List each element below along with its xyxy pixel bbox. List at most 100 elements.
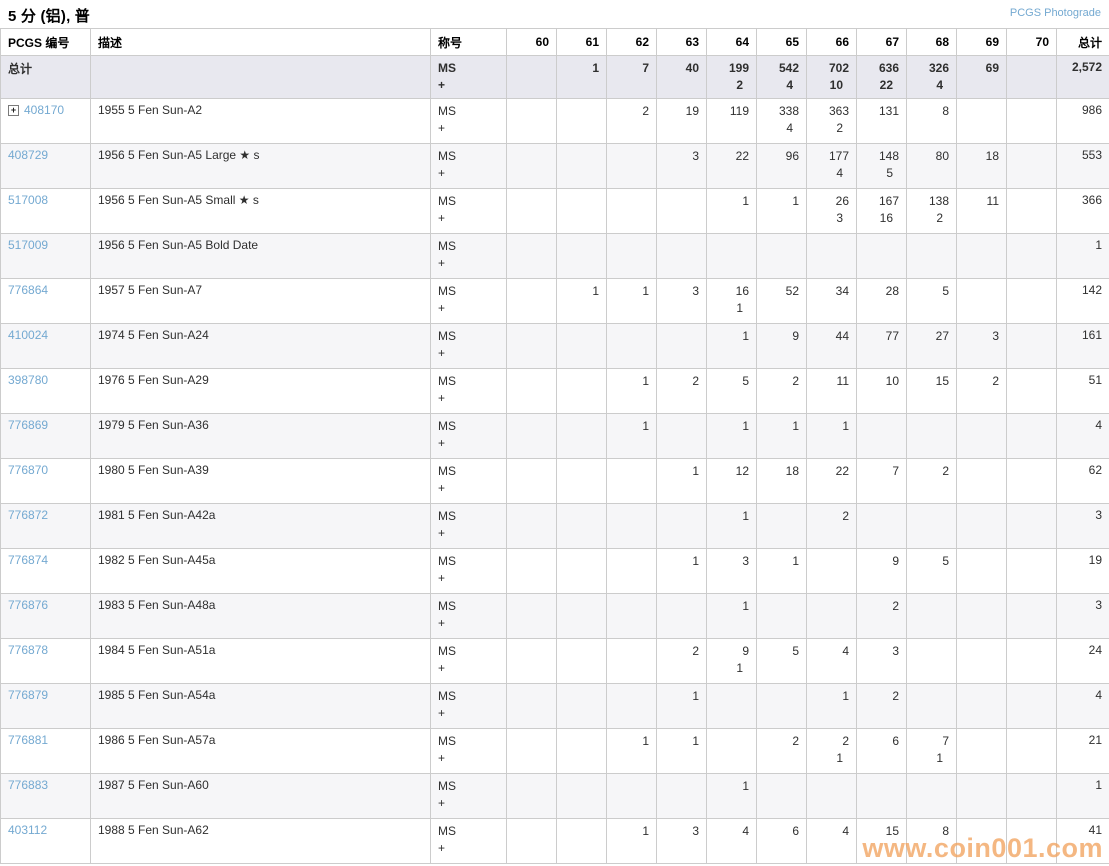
grade-cell: 5424 [757, 56, 807, 99]
grade-count: 5 [714, 373, 749, 390]
coin-description: 1955 5 Fen Sun-A2 [91, 99, 431, 144]
expand-icon[interactable]: + [8, 105, 19, 116]
grade-cell: 19 [657, 99, 707, 144]
page-title: 5 分 (铝), 普 [8, 5, 90, 26]
grade-cell: 1 [557, 56, 607, 99]
grade-cell: 1 [657, 684, 707, 729]
row-total-cell: 142 [1057, 279, 1109, 324]
grade-cell [1007, 729, 1057, 774]
grade-cell [657, 504, 707, 549]
designation-plus: + [438, 300, 499, 317]
pcgs-number-link[interactable]: 517008 [8, 193, 48, 207]
grade-cell [507, 549, 557, 594]
grade-cell: 5 [757, 639, 807, 684]
pcgs-number-link[interactable]: 776881 [8, 733, 48, 747]
pcgs-photograde-link[interactable]: PCGS Photograde [1010, 7, 1101, 19]
pcgs-number-link[interactable]: 776879 [8, 688, 48, 702]
population-table: PCGS 编号描述称号6061626364656667686970总计 总计MS… [0, 28, 1109, 864]
grade-cell: 77 [857, 324, 907, 369]
grade-cell [557, 369, 607, 414]
pcgs-number-link[interactable]: 517009 [8, 238, 48, 252]
grade-cell [757, 234, 807, 279]
grade-cell: 1 [707, 189, 757, 234]
grade-count: 1 [664, 688, 699, 705]
grade-plus-count: 5 [864, 165, 893, 182]
grade-cell [957, 594, 1007, 639]
pcgs-number-link[interactable]: 776876 [8, 598, 48, 612]
grade-cell [757, 774, 807, 819]
grade-cell: 1 [607, 369, 657, 414]
grade-cell [907, 594, 957, 639]
grade-cell [807, 774, 857, 819]
grade-cell [557, 99, 607, 144]
pcgs-number-link[interactable]: 776883 [8, 778, 48, 792]
pcgs-number-link[interactable]: 776869 [8, 418, 48, 432]
grade-count: 199 [714, 60, 749, 77]
grade-cell: 2 [857, 684, 907, 729]
header-grade-62: 62 [607, 29, 657, 56]
totals-label: 总计 [1, 56, 91, 99]
grade-count: 44 [814, 328, 849, 345]
grade-cell: 22 [707, 144, 757, 189]
grade-count: 18 [764, 463, 799, 480]
grade-cell [557, 144, 607, 189]
grade-cell: 3384 [757, 99, 807, 144]
pcgs-number-link[interactable]: 410024 [8, 328, 48, 342]
grade-cell: 1 [607, 729, 657, 774]
row-total-cell: 1 [1057, 774, 1109, 819]
grade-cell [957, 234, 1007, 279]
grade-cell [957, 774, 1007, 819]
grade-plus-count: 2 [914, 210, 943, 227]
grade-cell: 3 [657, 279, 707, 324]
grade-cell: 5 [707, 369, 757, 414]
grade-count: 2 [664, 643, 699, 660]
grade-cell: 1 [607, 279, 657, 324]
grade-cell [957, 414, 1007, 459]
grade-cell [957, 459, 1007, 504]
grade-count: 9 [864, 553, 899, 570]
pcgs-number-link[interactable]: 408729 [8, 148, 48, 162]
pcgs-number-link[interactable]: 776874 [8, 553, 48, 567]
pcgs-number-link[interactable]: 398780 [8, 373, 48, 387]
table-row: 7768721981 5 Fen Sun-A42aMS+123 [1, 504, 1109, 549]
grade-count: 1 [614, 373, 649, 390]
grade-cell [607, 639, 657, 684]
grade-cell [957, 99, 1007, 144]
designation-plus: + [438, 525, 499, 542]
pcgs-number-cell: 776878 [1, 639, 91, 684]
grade-plus-count: 3 [814, 210, 843, 227]
header-grade-64: 64 [707, 29, 757, 56]
designation-ms: MS [438, 643, 499, 660]
grade-count: 3 [964, 328, 999, 345]
grade-plus-count: 16 [864, 210, 893, 227]
grade-cell [907, 684, 957, 729]
pcgs-number-link[interactable]: 403112 [8, 823, 47, 837]
grade-cell: 1 [807, 414, 857, 459]
pcgs-number-cell: 517009 [1, 234, 91, 279]
pcgs-number-cell: 410024 [1, 324, 91, 369]
grade-cell [857, 774, 907, 819]
pcgs-number-cell: 776869 [1, 414, 91, 459]
grade-cell [957, 504, 1007, 549]
pcgs-number-link[interactable]: 776864 [8, 283, 48, 297]
grade-count: 4 [714, 823, 749, 840]
grade-cell [657, 414, 707, 459]
pcgs-number-link[interactable]: 408170 [24, 103, 64, 117]
designation-ms: MS [438, 283, 499, 300]
pcgs-number-link[interactable]: 776870 [8, 463, 48, 477]
grade-cell [557, 729, 607, 774]
totals-designation-cell: MS+ [431, 56, 507, 99]
grade-cell: 18 [957, 144, 1007, 189]
coin-description: 1979 5 Fen Sun-A36 [91, 414, 431, 459]
pcgs-number-link[interactable]: 776872 [8, 508, 48, 522]
grade-cell [507, 504, 557, 549]
grade-count: 1 [714, 193, 749, 210]
pcgs-number-link[interactable]: 776878 [8, 643, 48, 657]
grade-cell: 16716 [857, 189, 907, 234]
grade-cell: 44 [807, 324, 857, 369]
grade-plus-count: 2 [814, 120, 843, 137]
grade-count: 4 [814, 823, 849, 840]
designation-plus: + [438, 120, 499, 137]
grade-cell: 10 [857, 369, 907, 414]
coin-description: 1980 5 Fen Sun-A39 [91, 459, 431, 504]
